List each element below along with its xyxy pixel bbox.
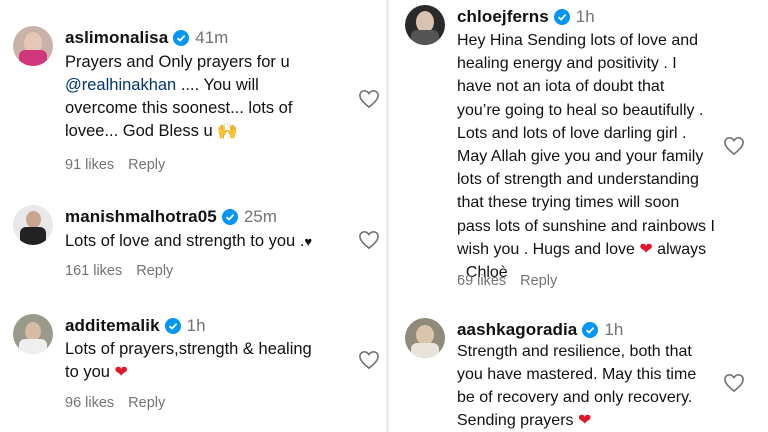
likes-count[interactable]: 69 likes	[457, 273, 506, 289]
comment-text: Hey Hina Sending lots of love and healin…	[457, 32, 715, 282]
comment-item: aslimonalisa 41m Prayers and Only prayer…	[13, 26, 383, 176]
comment-item: additemalik 1h Lots of prayers,strength …	[13, 314, 383, 424]
verified-badge-icon	[582, 322, 599, 338]
red-heart-emoji: ❤	[577, 412, 592, 429]
likes-count[interactable]: 96 likes	[65, 395, 114, 411]
reply-button[interactable]: Reply	[128, 395, 165, 411]
likes-count[interactable]: 91 likes	[65, 157, 114, 173]
avatar[interactable]	[13, 314, 53, 354]
heart-outline-icon[interactable]	[358, 89, 380, 109]
timestamp: 1h	[186, 316, 206, 335]
red-heart-emoji: ❤	[114, 364, 128, 381]
verified-badge-icon	[173, 30, 190, 46]
comment-item: chloejferns 1h Hey Hina Sending lots of …	[405, 5, 765, 295]
comment-meta: 91 likes Reply	[65, 157, 165, 173]
username[interactable]: chloejferns	[457, 7, 549, 27]
likes-count[interactable]: 161 likes	[65, 263, 122, 279]
reply-button[interactable]: Reply	[128, 157, 165, 173]
username[interactable]: additemalik	[65, 316, 160, 336]
comment-item: aashkagoradia 1h Strength and resilience…	[405, 318, 765, 429]
username[interactable]: manishmalhotra05	[65, 207, 217, 227]
avatar[interactable]	[13, 26, 53, 66]
heart-outline-icon[interactable]	[723, 136, 745, 156]
comment-item: manishmalhotra05 25m Lots of love and st…	[13, 205, 383, 285]
heart-outline-icon[interactable]	[358, 230, 380, 250]
comment-meta: 161 likes Reply	[65, 263, 173, 279]
avatar[interactable]	[13, 205, 53, 245]
mention-link[interactable]: @realhinakhan	[65, 76, 176, 94]
timestamp: 25m	[243, 207, 277, 226]
verified-badge-icon	[221, 209, 238, 225]
avatar[interactable]	[405, 318, 445, 358]
left-comments-panel: aslimonalisa 41m Prayers and Only prayer…	[0, 0, 386, 432]
verified-badge-icon	[553, 9, 570, 25]
heart-outline-icon[interactable]	[723, 373, 745, 393]
red-heart-emoji: ❤	[639, 240, 653, 258]
comment-text: Lots of prayers,strength & healing to yo…	[65, 340, 312, 381]
comment-text: Prayers and Only prayers for u @realhina…	[65, 53, 293, 140]
reply-button[interactable]: Reply	[136, 263, 173, 279]
username[interactable]: aashkagoradia	[457, 320, 577, 340]
timestamp: 1h	[604, 320, 624, 339]
avatar[interactable]	[405, 5, 445, 45]
raising-hands-emoji: 🙌	[217, 122, 238, 140]
timestamp: 1h	[575, 7, 595, 26]
verified-badge-icon	[164, 318, 181, 334]
reply-button[interactable]: Reply	[520, 273, 557, 289]
comment-text: Strength and resilience, both that you h…	[457, 343, 697, 429]
right-comments-panel: chloejferns 1h Hey Hina Sending lots of …	[389, 0, 768, 432]
heart-emoji: ♥	[304, 234, 313, 249]
comment-meta: 69 likes Reply	[457, 273, 557, 289]
timestamp: 41m	[195, 28, 229, 47]
comment-text: Lots of love and strength to you .♥	[65, 232, 313, 250]
username[interactable]: aslimonalisa	[65, 28, 168, 48]
comment-meta: 96 likes Reply	[65, 395, 165, 411]
heart-outline-icon[interactable]	[358, 350, 380, 370]
